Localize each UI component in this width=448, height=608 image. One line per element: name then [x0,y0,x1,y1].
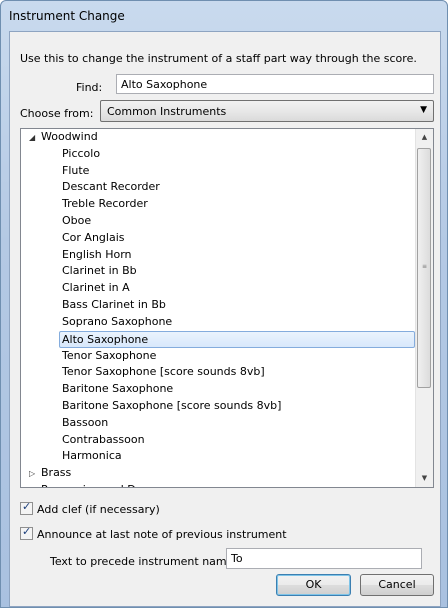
tree-item[interactable]: Clarinet in A [21,280,417,297]
expand-triangle-icon[interactable]: ▷ [29,483,41,487]
instrument-tree-list: ◢ Woodwind Piccolo Flute Descant Recorder Tre… [21,129,417,487]
tree-group-label: Percussion and Drums [41,483,164,487]
tree-group-woodwind[interactable]: ◢ Woodwind [21,129,417,146]
grip-icon: ≡ [422,263,428,270]
collapse-triangle-icon[interactable]: ◢ [29,130,41,147]
announce-label: Announce at last note of previous instru… [37,528,287,541]
dialog-body: Use this to change the instrument of a s… [9,31,441,607]
tree-item[interactable]: Tenor Saxophone [21,348,417,365]
tree-item[interactable]: Baritone Saxophone [21,381,417,398]
ok-button[interactable]: OK [276,574,351,596]
tree-item[interactable]: Treble Recorder [21,196,417,213]
instrument-change-dialog: Instrument Change Use this to change the… [0,0,448,608]
choose-from-label: Choose from: [20,107,94,120]
scrollbar-thumb[interactable]: ≡ [417,148,431,388]
add-clef-checkbox[interactable]: ✓ [20,500,33,515]
announce-checkbox[interactable]: ✓ [20,525,33,540]
find-label: Find: [76,81,103,94]
title-bar[interactable]: Instrument Change [1,1,447,31]
add-clef-label: Add clef (if necessary) [37,503,160,516]
tree-item[interactable]: Bassoon [21,415,417,432]
tree-group-label: Brass [41,466,72,480]
tree-item[interactable]: Cor Anglais [21,230,417,247]
tree-item[interactable]: Soprano Saxophone [21,314,417,331]
dropdown-arrow-icon: ▼ [420,105,427,115]
tree-item[interactable]: Harmonica [21,448,417,465]
tree-item[interactable]: Descant Recorder [21,179,417,196]
tree-item[interactable]: Oboe [21,213,417,230]
add-clef-option[interactable]: ✓ Add clef (if necessary) [20,500,160,516]
scroll-up-arrow-icon[interactable]: ▲ [416,129,433,146]
tree-item[interactable]: Piccolo [21,146,417,163]
instrument-tree[interactable]: ◢ Woodwind Piccolo Flute Descant Recorder Tre… [20,128,434,488]
precede-text-input[interactable]: To [226,548,422,569]
tree-item[interactable]: Clarinet in Bb [21,263,417,280]
checkmark-icon: ✓ [22,525,32,538]
vertical-scrollbar[interactable]: ▲ ≡ ▼ [415,129,433,487]
cancel-button[interactable]: Cancel [360,574,434,596]
tree-item[interactable]: Baritone Saxophone [score sounds 8vb] [21,398,417,415]
checkmark-icon: ✓ [22,500,32,513]
choose-from-select[interactable]: Common Instruments ▼ [100,100,434,122]
tree-item[interactable]: Flute [21,163,417,180]
scroll-down-arrow-icon[interactable]: ▼ [416,470,433,487]
instruction-text: Use this to change the instrument of a s… [20,52,417,65]
find-input[interactable]: Alto Saxophone [116,74,434,94]
announce-option[interactable]: ✓ Announce at last note of previous instr… [20,525,287,541]
tree-group-brass[interactable]: ▷ Brass [21,465,417,482]
tree-item[interactable]: Alto Saxophone [59,330,415,348]
tree-item[interactable]: English Horn [21,247,417,264]
precede-text-label: Text to precede instrument name: [50,555,238,568]
dialog-title: Instrument Change [9,9,125,23]
tree-item[interactable]: Tenor Saxophone [score sounds 8vb] [21,364,417,381]
tree-group-percussion-and-drums[interactable]: ▷Percussion and Drums [21,482,417,487]
tree-item[interactable]: Contrabassoon [21,432,417,449]
tree-group-label: Woodwind [41,130,98,143]
choose-from-value: Common Instruments [107,105,227,118]
tree-item[interactable]: Bass Clarinet in Bb [21,297,417,314]
expand-triangle-icon[interactable]: ▷ [29,466,41,483]
